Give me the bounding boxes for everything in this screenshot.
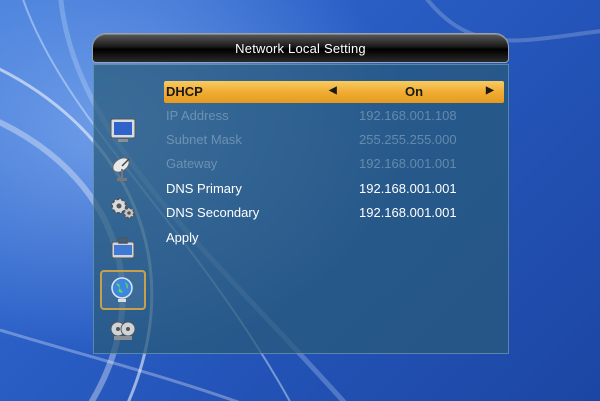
gateway-label: Gateway: [166, 156, 218, 171]
toolbox-icon[interactable]: [108, 233, 138, 263]
apply-label: Apply: [166, 230, 199, 245]
gears-icon[interactable]: [108, 193, 138, 223]
gateway-value: 192.168.001.001: [359, 156, 457, 171]
dhcp-row[interactable]: DHCP ◀ On ▶: [164, 81, 504, 103]
ip-address-row: IP Address 192.168.001.108: [164, 105, 504, 127]
dns-secondary-label: DNS Secondary: [166, 205, 260, 220]
dns-primary-row[interactable]: DNS Primary 192.168.001.001: [164, 178, 504, 200]
satellite-dish-icon[interactable]: [108, 153, 138, 183]
settings-panel: DHCP ◀ On ▶ IP Address 192.168.001.108 S…: [93, 64, 509, 354]
gateway-row: Gateway 192.168.001.001: [164, 153, 504, 175]
dns-secondary-row[interactable]: DNS Secondary 192.168.001.001: [164, 202, 504, 224]
dns-secondary-value: 192.168.001.001: [359, 205, 457, 220]
apply-button[interactable]: Apply: [164, 227, 504, 249]
subnet-mask-value: 255.255.255.000: [359, 132, 457, 147]
arrow-right-icon[interactable]: ▶: [486, 85, 494, 96]
dns-primary-label: DNS Primary: [166, 181, 242, 196]
window-title: Network Local Setting: [235, 41, 366, 56]
settings-window: Network Local Setting DHCP ◀ On ▶ IP Add…: [92, 33, 509, 354]
subnet-mask-row: Subnet Mask 255.255.255.000: [164, 129, 504, 151]
title-bar: Network Local Setting: [92, 33, 509, 63]
ip-address-label: IP Address: [166, 108, 229, 123]
tv-screen: Network Local Setting DHCP ◀ On ▶ IP Add…: [0, 0, 600, 401]
dhcp-value: On: [404, 84, 424, 99]
subnet-mask-label: Subnet Mask: [166, 132, 242, 147]
globe-network-icon[interactable]: [107, 275, 137, 305]
dhcp-label: DHCP: [166, 84, 203, 99]
ip-address-value: 192.168.001.108: [359, 108, 457, 123]
arrow-left-icon[interactable]: ◀: [329, 85, 337, 96]
tv-icon[interactable]: [108, 115, 138, 145]
dns-primary-value: 192.168.001.001: [359, 181, 457, 196]
film-reel-icon[interactable]: [108, 315, 138, 345]
